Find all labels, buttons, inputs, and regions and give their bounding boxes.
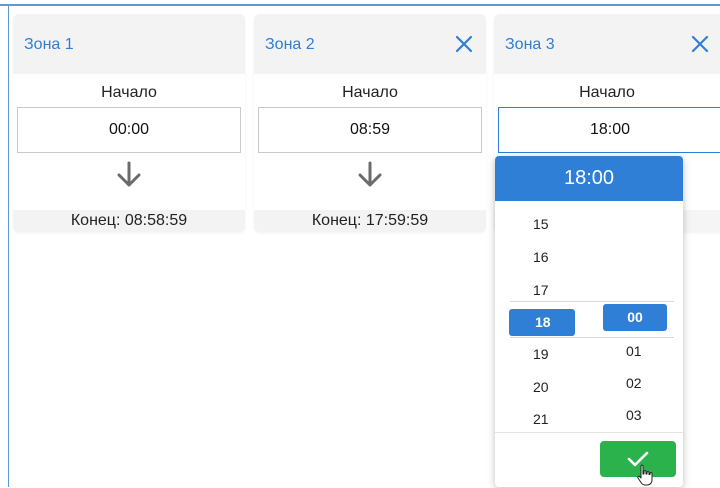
start-time-input[interactable]: 18:00 — [498, 107, 720, 153]
zone-title: Зона 3 — [505, 36, 555, 53]
zone-card-2: Зона 2 Начало 08:59 Конец: 17:59:59 — [254, 14, 486, 232]
hour-option[interactable]: 21 — [533, 411, 549, 427]
hour-option[interactable]: 16 — [533, 249, 549, 265]
end-time-text: Конец: 17:59:59 — [254, 210, 486, 232]
zone-header: Зона 2 — [254, 14, 486, 74]
selected-hour[interactable]: 18 — [509, 309, 575, 336]
zone-title: Зона 1 — [24, 36, 74, 53]
zone-title: Зона 2 — [265, 36, 315, 53]
selection-divider — [510, 337, 674, 338]
arrow-down-icon — [358, 161, 382, 187]
hour-option[interactable]: 19 — [533, 346, 549, 362]
picker-footer-divider — [495, 432, 683, 433]
window-left-border — [8, 4, 9, 487]
window-top-border — [0, 4, 720, 6]
minute-option[interactable]: 01 — [626, 343, 642, 359]
zone-header: Зона 3 — [494, 14, 720, 74]
hour-option[interactable]: 20 — [533, 379, 549, 395]
start-label: Начало — [342, 84, 398, 101]
hand-pointer-icon — [637, 464, 653, 486]
minute-option[interactable]: 02 — [626, 375, 642, 391]
picker-selected-time: 18:00 — [495, 156, 683, 201]
end-time-text: Конец: 08:58:59 — [13, 210, 245, 232]
hour-option[interactable]: 15 — [533, 216, 549, 232]
selection-divider — [510, 301, 674, 302]
zone-card-1: Зона 1 Начало 00:00 Конец: 08:58:59 — [13, 14, 245, 232]
zone-body: Начало 08:59 — [254, 74, 486, 210]
close-icon[interactable] — [452, 32, 476, 56]
minute-option[interactable]: 03 — [626, 407, 642, 423]
zone-body: Начало 00:00 — [13, 74, 245, 210]
zone-header: Зона 1 — [13, 14, 245, 74]
hour-option[interactable]: 17 — [533, 282, 549, 298]
close-icon[interactable] — [688, 32, 712, 56]
start-label: Начало — [101, 84, 157, 101]
start-time-input[interactable]: 00:00 — [17, 107, 241, 153]
start-time-input[interactable]: 08:59 — [258, 107, 482, 153]
selected-minute[interactable]: 00 — [603, 304, 667, 331]
arrow-down-icon — [117, 161, 141, 187]
start-label: Начало — [579, 84, 635, 101]
